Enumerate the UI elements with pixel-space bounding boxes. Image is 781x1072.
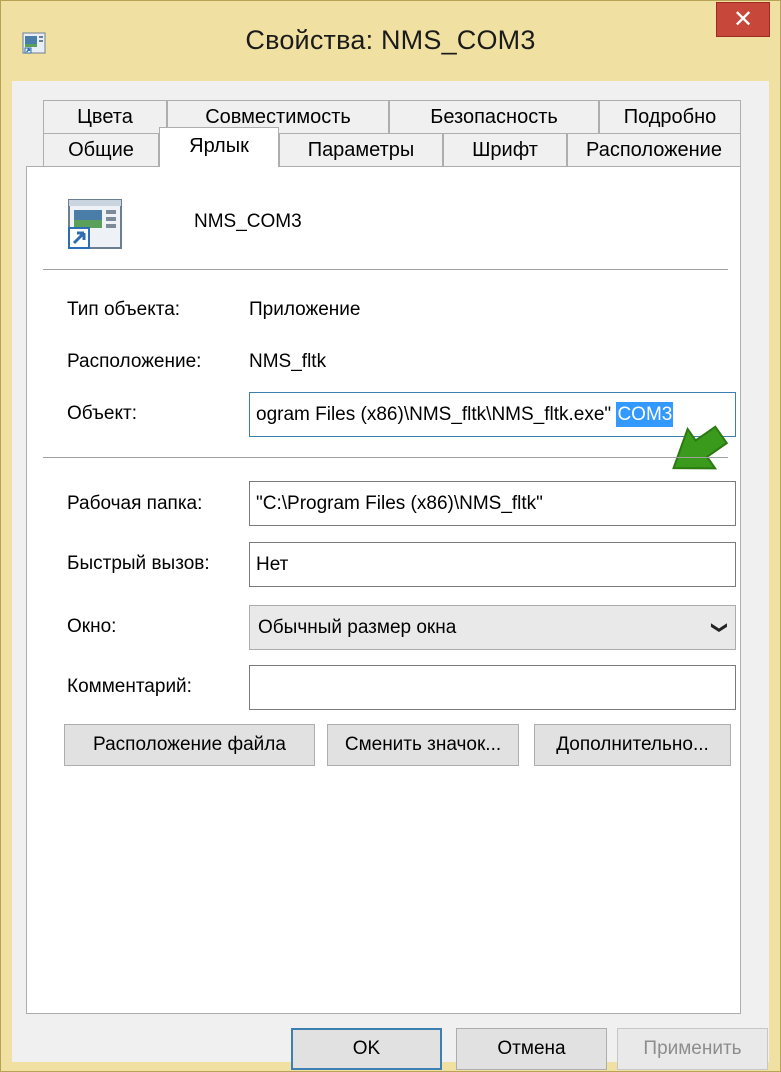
title-bar[interactable]: Свойства: NMS_COM3 ✕ bbox=[1, 1, 780, 81]
cancel-button[interactable]: Отмена bbox=[456, 1028, 607, 1070]
tab-shortcut[interactable]: Ярлык bbox=[159, 127, 279, 167]
tab-options[interactable]: Параметры bbox=[279, 133, 443, 166]
shortcut-app-icon bbox=[68, 199, 122, 249]
change-icon-button[interactable]: Сменить значок... bbox=[327, 724, 519, 766]
divider bbox=[43, 269, 728, 270]
apply-button[interactable]: Применить bbox=[617, 1028, 768, 1070]
open-file-location-button[interactable]: Расположение файла bbox=[64, 724, 315, 766]
type-label: Тип объекта: bbox=[67, 299, 181, 320]
location-value: NMS_fltk bbox=[249, 351, 327, 372]
workdir-input[interactable]: "C:\Program Files (x86)\NMS_fltk" bbox=[249, 481, 736, 526]
tab-security[interactable]: Безопасность bbox=[389, 100, 599, 133]
tab-details[interactable]: Подробно bbox=[599, 100, 741, 133]
chevron-down-icon: ❮ bbox=[709, 620, 727, 635]
close-icon: ✕ bbox=[732, 6, 754, 33]
location-label: Расположение: bbox=[67, 351, 202, 372]
hotkey-label: Быстрый вызов: bbox=[67, 553, 210, 574]
target-input[interactable]: ogram Files (x86)\NMS_fltk\NMS_fltk.exe"… bbox=[249, 392, 736, 437]
target-text: ogram Files (x86)\NMS_fltk\NMS_fltk.exe" bbox=[256, 404, 617, 425]
shortcut-name: NMS_COM3 bbox=[194, 211, 302, 232]
tab-layout[interactable]: Расположение bbox=[567, 133, 741, 166]
comment-label: Комментарий: bbox=[67, 676, 192, 697]
hotkey-input[interactable]: Нет bbox=[249, 542, 736, 587]
tab-general[interactable]: Общие bbox=[43, 133, 159, 166]
window-value: Обычный размер окна bbox=[258, 617, 457, 638]
comment-input[interactable] bbox=[249, 665, 736, 710]
window-select[interactable]: Обычный размер окна ❮ bbox=[249, 605, 736, 650]
target-label: Объект: bbox=[67, 403, 137, 424]
close-button[interactable]: ✕ bbox=[716, 2, 770, 37]
workdir-label: Рабочая папка: bbox=[67, 493, 203, 514]
type-value: Приложение bbox=[249, 299, 361, 320]
ok-button[interactable]: OK bbox=[291, 1028, 442, 1070]
advanced-button[interactable]: Дополнительно... bbox=[534, 724, 731, 766]
divider bbox=[43, 457, 728, 458]
window-title: Свойства: NMS_COM3 bbox=[245, 25, 536, 55]
shortcut-panel bbox=[26, 166, 741, 1014]
window-label: Окно: bbox=[67, 616, 117, 637]
green-arrow-icon bbox=[672, 425, 729, 470]
tab-font[interactable]: Шрифт bbox=[443, 133, 567, 166]
tab-colors[interactable]: Цвета bbox=[43, 100, 167, 133]
properties-window: Свойства: NMS_COM3 ✕ Цвета Совместимость… bbox=[0, 0, 781, 1072]
